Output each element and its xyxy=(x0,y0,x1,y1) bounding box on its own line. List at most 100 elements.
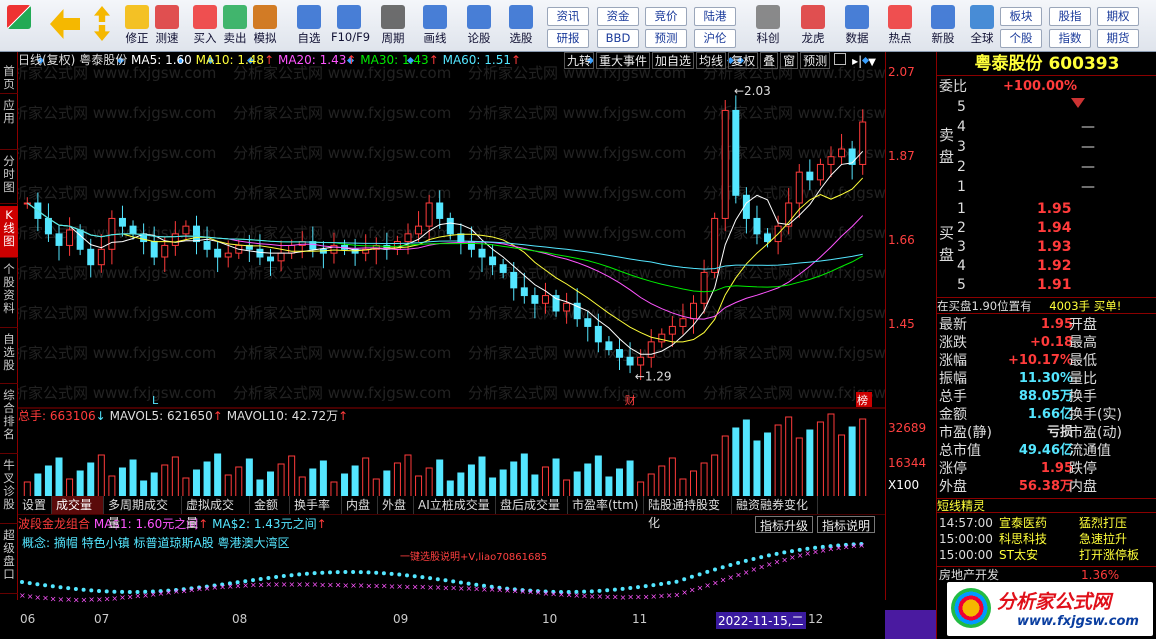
left-tab-4[interactable]: 个股资料 xyxy=(0,260,18,328)
indicator-tab-8[interactable]: AI立桩成交量 xyxy=(414,496,496,514)
chart-header-button-1[interactable]: 重大事件 xyxy=(596,52,651,69)
indicator-tab-0[interactable]: 设置 xyxy=(18,496,52,514)
buy-level-4[interactable]: 5 1.91 xyxy=(957,276,1153,294)
toolbar-button-1[interactable]: 测速 xyxy=(149,3,185,49)
chart-header-button-7[interactable]: 预测 xyxy=(800,52,831,69)
buy-level-3[interactable]: 4 1.92 xyxy=(957,257,1153,275)
back-arrow-icon[interactable] xyxy=(46,3,84,49)
indicator-upgrade-button[interactable]: 指标升级 xyxy=(755,516,814,533)
date-axis-cursor xyxy=(885,610,936,639)
indicator-cross: × xyxy=(851,542,858,551)
indicator-cross: × xyxy=(573,591,580,600)
quick-button-7[interactable]: 沪伦 xyxy=(694,29,736,48)
chart-header-button-2[interactable]: 加自选 xyxy=(652,52,695,69)
up-arrow-icon[interactable] xyxy=(92,3,112,49)
quick-button-8[interactable]: 板块 xyxy=(1000,7,1042,26)
indicator-tab-6[interactable]: 内盘 xyxy=(342,496,378,514)
chart-header-button-0[interactable]: 九转 xyxy=(564,52,595,69)
short-wizard-title[interactable]: 短线精灵 xyxy=(937,498,1156,513)
stock-name: 粤泰股份 xyxy=(974,54,1043,74)
chart-header-button-6[interactable]: 窗 xyxy=(780,52,799,69)
menu-grid-icon[interactable] xyxy=(4,3,34,49)
indicator-cross: × xyxy=(366,581,373,590)
short-wizard-item[interactable]: 15:00:00 ST太安 打开涨停板 xyxy=(939,547,1155,563)
indicator-tab-4[interactable]: 金额 xyxy=(250,496,290,514)
sell-level-0[interactable]: 5 xyxy=(957,98,1153,116)
toolbar-button-7[interactable]: 周期 xyxy=(375,3,411,49)
indicator-tab-1[interactable]: 成交量 xyxy=(52,496,104,514)
step-forward-icon[interactable]: ▸| xyxy=(852,54,862,68)
quick-button-9[interactable]: 股指 xyxy=(1049,7,1091,26)
left-tab-6[interactable]: 综合排名 xyxy=(0,386,18,454)
toolbar-button-11[interactable]: 科创 xyxy=(750,3,786,49)
toolbar-button-16[interactable]: 全球 xyxy=(964,3,1000,49)
indicator-tab-5[interactable]: 换手率 xyxy=(290,496,342,514)
quick-button-1[interactable]: 资金 xyxy=(597,7,639,26)
quick-button-6[interactable]: 预测 xyxy=(645,29,687,48)
indicator-dot xyxy=(312,571,317,576)
concept-label: 概念: 摘帽 特色小镇 标普道琼斯A股 粤港澳大湾区 xyxy=(22,536,290,550)
toolbar-button-6[interactable]: F10/F9 xyxy=(331,3,370,49)
chart-header-button-4[interactable]: 复权 xyxy=(728,52,759,69)
left-tab-0[interactable]: 首页 xyxy=(0,62,18,94)
short-wizard-item[interactable]: 15:00:00 科思科技 急速拉升 xyxy=(939,531,1155,547)
indicator-tab-12[interactable]: 融资融券变化 xyxy=(732,496,818,514)
candle-body xyxy=(658,333,666,343)
quick-button-12[interactable]: 指数 xyxy=(1049,29,1091,48)
quick-button-0[interactable]: 资讯 xyxy=(547,7,589,26)
short-wizard-item[interactable]: 14:57:00 宣泰医药 猛烈打压 xyxy=(939,515,1155,531)
left-tab-2[interactable]: 分时图 xyxy=(0,152,18,204)
quick-button-3[interactable]: 陆港 xyxy=(694,7,736,26)
buy-level-2[interactable]: 3 1.93 xyxy=(957,238,1153,256)
stock-title: 粤泰股份 600393 xyxy=(937,52,1156,76)
sell-level-2[interactable]: 3— xyxy=(957,138,1153,156)
quick-button-5[interactable]: BBD xyxy=(597,29,639,48)
indicator-dot xyxy=(343,570,348,575)
left-tab-7[interactable]: 牛叉诊股 xyxy=(0,456,18,524)
toolbar-button-12[interactable]: 龙虎 xyxy=(795,3,831,49)
toolbar-button-14[interactable]: 热点 xyxy=(882,3,918,49)
indicator-tab-11[interactable]: 陆股通持股变化 xyxy=(644,496,732,530)
period-label[interactable]: 日线(复权) xyxy=(18,53,75,67)
toolbar-button-10[interactable]: 选股 xyxy=(503,3,539,49)
left-tab-8[interactable]: 超级盘口 xyxy=(0,526,18,594)
finance-marker[interactable]: 财 xyxy=(625,393,636,407)
indicator-dot xyxy=(381,571,386,576)
volume-bar xyxy=(838,434,846,501)
sell-level-4[interactable]: 1— xyxy=(957,178,1153,196)
chart-header-button-3[interactable]: 均线 xyxy=(696,52,727,69)
buy-level-0[interactable]: 1 1.95 xyxy=(957,200,1153,218)
toolbar-button-8[interactable]: 画线 xyxy=(417,3,453,49)
indicator-tab-3[interactable]: 虚拟成交量 xyxy=(182,496,250,530)
sell-level-3[interactable]: 2— xyxy=(957,158,1153,176)
left-tab-3[interactable]: K线图 xyxy=(0,206,18,258)
indicator-dot xyxy=(651,583,656,588)
quick-button-2[interactable]: 竞价 xyxy=(645,7,687,26)
indicator-tab-10[interactable]: 市盈率(ttm) xyxy=(568,496,644,514)
left-tab-1[interactable]: 应用 xyxy=(0,96,18,150)
toolbar-button-5[interactable]: 自选 xyxy=(291,3,327,49)
left-tab-5[interactable]: 自选股 xyxy=(0,330,18,384)
quick-button-10[interactable]: 期权 xyxy=(1097,7,1139,26)
chart-header-button-5[interactable]: 叠 xyxy=(760,52,779,69)
menu-dropdown-icon[interactable]: ▼ xyxy=(868,57,876,68)
toolbar-button-15[interactable]: 新股 xyxy=(925,3,961,49)
lock-icon[interactable] xyxy=(834,53,847,65)
quick-button-11[interactable]: 个股 xyxy=(1000,29,1042,48)
quick-button-13[interactable]: 期货 xyxy=(1097,29,1139,48)
quick-button-4[interactable]: 研报 xyxy=(547,29,589,48)
sell-level-1[interactable]: 4— xyxy=(957,118,1153,136)
volume-bar xyxy=(584,463,592,501)
sector-row[interactable]: 房地产开发 1.36% xyxy=(937,566,1156,583)
kline-chart-area[interactable]: 分析家公式网 www.fxjgsw.com 分析家公式网 www.fxjgsw.c… xyxy=(18,52,885,604)
buy-level-1[interactable]: 2 1.94 xyxy=(957,219,1153,237)
toolbar-button-9[interactable]: 论股 xyxy=(461,3,497,49)
indicator-tab-9[interactable]: 盘后成交量 xyxy=(496,496,568,514)
bang-marker[interactable]: 榜 xyxy=(857,393,868,407)
toolbar-button-13[interactable]: 数据 xyxy=(839,3,875,49)
indicator-tab-7[interactable]: 外盘 xyxy=(378,496,414,514)
toolbar-button-4[interactable]: 模拟 xyxy=(247,3,283,49)
indicator-name[interactable]: 波段金龙组合 xyxy=(18,517,90,531)
indicator-help-button[interactable]: 指标说明 xyxy=(817,516,876,533)
indicator-tab-2[interactable]: 多周期成交量 xyxy=(104,496,182,530)
